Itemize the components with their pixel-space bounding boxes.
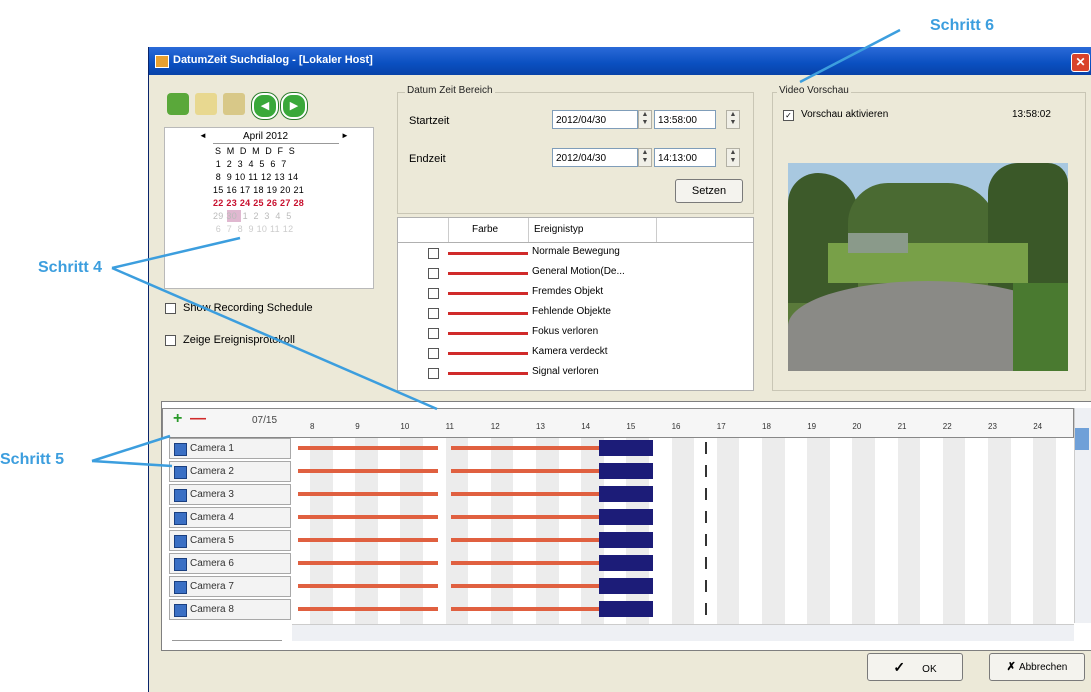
annotation-arrows	[91, 28, 901, 468]
